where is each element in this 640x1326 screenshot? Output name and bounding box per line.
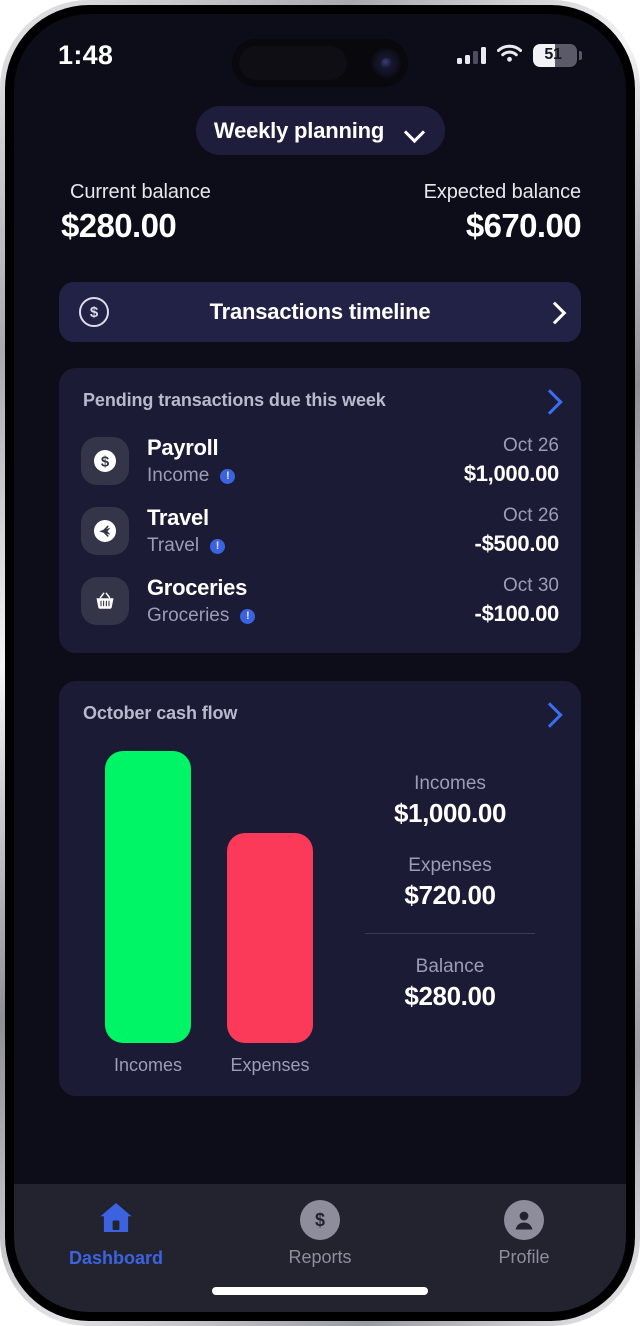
app-content: Weekly planning Current balance $280.00 … — [14, 92, 626, 1312]
battery-level: 51 — [544, 46, 562, 63]
status-time: 1:48 — [58, 39, 114, 70]
nav-item-profile[interactable]: Profile — [449, 1200, 599, 1268]
home-indicator[interactable] — [212, 1287, 428, 1295]
summary-label: Expenses — [408, 854, 492, 876]
bar-column-incomes: Incomes — [105, 746, 191, 1076]
nav-label-profile: Profile — [498, 1247, 550, 1267]
chevron-right-icon[interactable] — [539, 392, 557, 410]
shopping-basket-icon — [81, 577, 129, 625]
table-row[interactable]: $ Payroll Income ! Oct 26 $1,000.00 — [81, 435, 559, 487]
cashflow-body: Incomes Expenses Incomes $1,000.00 Expen… — [81, 746, 559, 1076]
nav-label-dashboard: Dashboard — [68, 1248, 164, 1268]
person-icon — [504, 1200, 544, 1240]
transaction-info: Payroll Income ! — [147, 435, 446, 487]
pending-card-title: Pending transactions due this week — [83, 390, 386, 410]
chevron-right-icon[interactable] — [539, 705, 557, 723]
svg-text:$: $ — [101, 454, 110, 471]
info-badge-icon[interactable]: ! — [240, 608, 256, 624]
summary-value: $1,000.00 — [393, 797, 507, 828]
cellular-signal-icon — [457, 46, 486, 64]
bar-incomes — [105, 751, 191, 1043]
summary-divider — [365, 932, 535, 934]
transaction-category: Groceries — [147, 605, 230, 626]
expected-balance-block: Expected balance $670.00 — [423, 181, 582, 245]
nav-item-reports[interactable]: $ Reports — [245, 1200, 395, 1268]
battery-cap — [579, 50, 582, 60]
wifi-icon — [496, 43, 523, 67]
phone-screen: 1:48 51 Weekly planning Current balance … — [14, 14, 626, 1312]
summary-balance: Balance $280.00 — [404, 955, 496, 1012]
transaction-amount: -$500.00 — [474, 531, 560, 556]
cashflow-card: October cash flow Incomes Expenses Incom… — [59, 681, 581, 1096]
bar-expenses — [227, 832, 313, 1043]
transaction-name: Travel — [147, 505, 209, 530]
front-camera-icon — [371, 48, 401, 78]
current-balance-block: Current balance $280.00 — [59, 181, 211, 245]
current-balance-label: Current balance — [70, 181, 211, 203]
nav-label-reports: Reports — [288, 1247, 352, 1267]
period-selector-label: Weekly planning — [213, 117, 385, 143]
chevron-right-icon — [545, 304, 561, 320]
transaction-category: Travel — [147, 535, 200, 556]
transaction-date: Oct 26 — [503, 505, 559, 526]
nav-item-dashboard[interactable]: Dashboard — [41, 1200, 191, 1269]
transaction-values: Oct 26 -$500.00 — [474, 505, 560, 557]
island-speaker — [239, 46, 347, 80]
current-balance-amount: $280.00 — [61, 207, 177, 244]
bar-column-expenses: Expenses — [227, 746, 313, 1076]
transaction-name: Groceries — [147, 575, 248, 600]
summary-expenses: Expenses $720.00 — [404, 854, 496, 911]
chevron-down-icon — [406, 125, 426, 137]
transactions-timeline-banner[interactable]: $ Transactions timeline — [59, 282, 581, 342]
svg-text:$: $ — [315, 1210, 325, 1230]
transaction-category: Income — [147, 465, 210, 486]
table-row[interactable]: Travel Travel ! Oct 26 -$500.00 — [81, 505, 559, 557]
table-row[interactable]: Groceries Groceries ! Oct 30 -$100.00 — [81, 575, 559, 627]
transaction-name: Payroll — [147, 435, 219, 460]
dynamic-island — [232, 39, 408, 87]
cashflow-summary: Incomes $1,000.00 Expenses $720.00 Balan… — [341, 746, 559, 1076]
phone-bezel: 1:48 51 Weekly planning Current balance … — [5, 5, 635, 1321]
expected-balance-label: Expected balance — [423, 181, 582, 203]
summary-label: Incomes — [414, 772, 486, 794]
summary-value: $280.00 — [404, 980, 496, 1011]
transaction-amount: $1,000.00 — [463, 461, 559, 486]
bar-label-expenses: Expenses — [230, 1055, 310, 1075]
bar-chart: Incomes Expenses — [81, 746, 341, 1076]
pending-transactions-card: Pending transactions due this week $ Pay… — [59, 368, 581, 653]
dollar-coin-icon: $ — [81, 437, 129, 485]
pending-transactions-list: $ Payroll Income ! Oct 26 $1,000.00 Trav… — [81, 435, 559, 627]
dollar-coin-icon: $ — [79, 297, 109, 327]
home-icon — [96, 1200, 136, 1241]
transaction-amount: -$100.00 — [474, 601, 560, 626]
transaction-info: Travel Travel ! — [147, 505, 457, 557]
summary-incomes: Incomes $1,000.00 — [394, 773, 506, 829]
period-selector-dropdown[interactable]: Weekly planning — [195, 106, 445, 155]
phone-frame: 1:48 51 Weekly planning Current balance … — [0, 0, 640, 1326]
transaction-date: Oct 30 — [503, 575, 559, 596]
cashflow-card-header[interactable]: October cash flow — [81, 703, 559, 724]
expected-balance-amount: $670.00 — [465, 207, 582, 244]
transaction-date: Oct 26 — [503, 435, 559, 456]
cashflow-card-title: October cash flow — [83, 703, 238, 723]
airplane-icon — [81, 507, 129, 555]
summary-value: $720.00 — [404, 879, 496, 910]
status-indicators: 51 — [457, 43, 582, 67]
info-badge-icon[interactable]: ! — [220, 468, 236, 484]
transaction-info: Groceries Groceries ! — [147, 575, 457, 627]
dollar-circle-icon: $ — [300, 1200, 340, 1240]
transactions-timeline-label: Transactions timeline — [209, 299, 431, 324]
pending-card-header[interactable]: Pending transactions due this week — [81, 390, 559, 411]
summary-label: Balance — [415, 955, 485, 977]
info-badge-icon[interactable]: ! — [210, 538, 226, 554]
battery-icon: 51 — [533, 43, 582, 67]
bar-label-incomes: Incomes — [113, 1055, 183, 1075]
balances-row: Current balance $280.00 Expected balance… — [14, 155, 626, 245]
transaction-values: Oct 26 $1,000.00 — [464, 435, 559, 487]
transaction-values: Oct 30 -$100.00 — [474, 575, 560, 627]
